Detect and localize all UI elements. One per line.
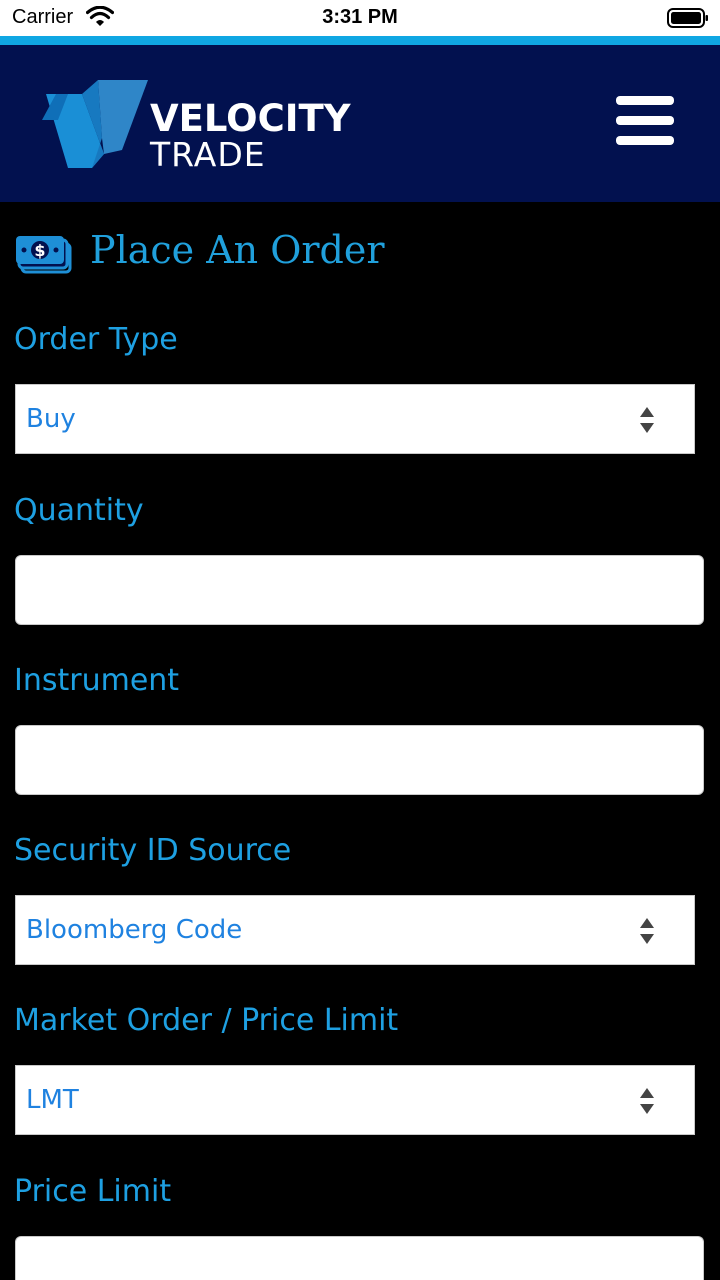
select-arrows-icon bbox=[640, 407, 654, 433]
security-id-source-value: Bloomberg Code bbox=[26, 915, 243, 945]
security-id-source-label: Security ID Source bbox=[14, 833, 292, 868]
market-order-price-limit-value: LMT bbox=[26, 1085, 79, 1115]
instrument-input[interactable] bbox=[15, 725, 704, 795]
market-order-price-limit-label: Market Order / Price Limit bbox=[14, 1003, 399, 1038]
price-limit-input[interactable] bbox=[15, 1236, 704, 1280]
security-id-source-select[interactable]: Bloomberg Code bbox=[15, 895, 695, 965]
price-limit-label: Price Limit bbox=[14, 1174, 172, 1209]
accent-bar bbox=[0, 36, 720, 45]
quantity-label: Quantity bbox=[14, 493, 144, 528]
order-type-value: Buy bbox=[26, 404, 76, 434]
page-title-row: $ Place An Order bbox=[16, 226, 706, 276]
status-time: 3:31 PM bbox=[322, 6, 398, 28]
hamburger-menu-icon[interactable] bbox=[612, 93, 678, 149]
instrument-label: Instrument bbox=[14, 663, 180, 698]
menu-bar-bottom bbox=[616, 136, 674, 145]
quantity-input[interactable] bbox=[15, 555, 704, 625]
svg-text:$: $ bbox=[34, 241, 45, 260]
status-bar: Carrier 3:31 PM bbox=[0, 0, 720, 36]
velocity-logo-mark bbox=[42, 80, 148, 168]
money-stack-icon: $ bbox=[16, 236, 72, 274]
logo-text-trade: TRADE bbox=[150, 135, 266, 174]
menu-bar-middle bbox=[616, 116, 674, 125]
order-type-label: Order Type bbox=[14, 322, 178, 357]
page-title: Place An Order bbox=[90, 228, 385, 272]
app-header: VELOCITY TRADE bbox=[0, 45, 720, 202]
select-arrows-icon bbox=[640, 918, 654, 944]
select-arrows-icon bbox=[640, 1088, 654, 1114]
market-order-price-limit-select[interactable]: LMT bbox=[15, 1065, 695, 1135]
battery-icon bbox=[667, 8, 708, 28]
logo-text-velocity: VELOCITY bbox=[150, 97, 351, 140]
order-type-select[interactable]: Buy bbox=[15, 384, 695, 454]
menu-bar-top bbox=[616, 96, 674, 105]
